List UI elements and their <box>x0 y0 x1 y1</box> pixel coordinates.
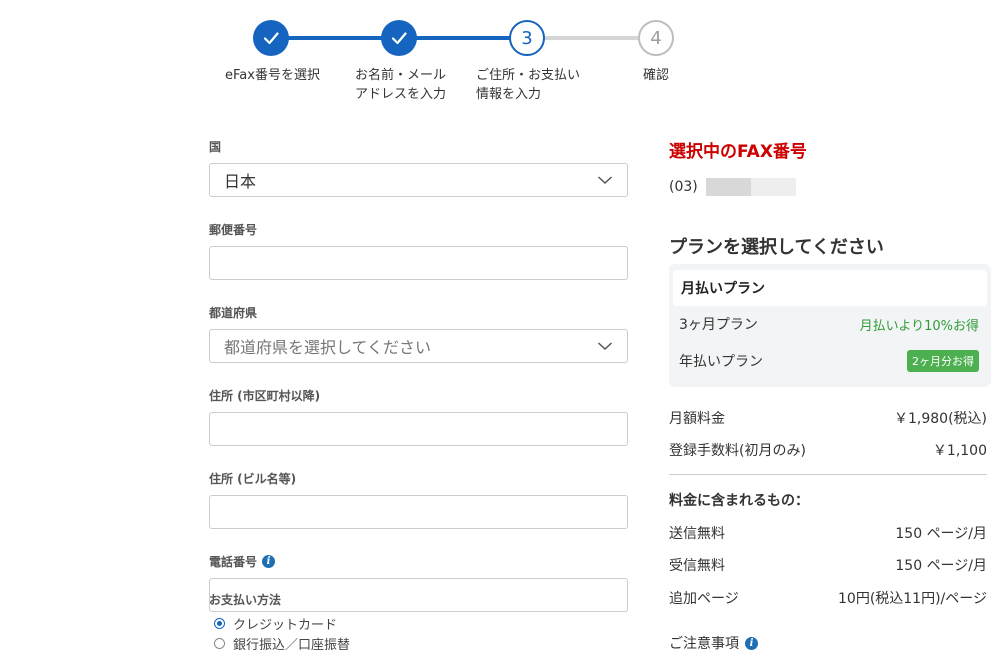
monthly-fee-label: 月額料金 <box>669 411 725 427</box>
registration-fee-row: 登録手数料(初月のみ) ￥1,100 <box>669 440 987 460</box>
chevron-down-icon <box>597 176 613 185</box>
progress-stepper: 3 4 eFax番号を選択 お名前・メール アドレスを入力 ご住所・お支払い 情… <box>0 0 1000 110</box>
fax-number-title: 選択中のFAX番号 <box>669 142 807 162</box>
address2-input[interactable] <box>209 495 628 529</box>
step-2-circle <box>381 20 417 56</box>
step-1-circle <box>253 20 289 56</box>
step-label-line: 情報を入力 <box>476 87 542 102</box>
plan-discount-note: 月払いより10%お得 <box>859 318 979 334</box>
country-label: 国 <box>209 139 222 154</box>
plan-selector: 月払いプラン 3ヶ月プラン 月払いより10%お得 年払いプラン 2ヶ月分お得 <box>669 264 991 387</box>
address2-label: 住所 (ビル名等) <box>209 471 297 486</box>
registration-fee-label: 登録手数料(初月のみ) <box>669 443 806 459</box>
plan-option-yearly[interactable]: 年払いプラン 2ヶ月分お得 <box>679 349 979 373</box>
step-3-label: ご住所・お支払い 情報を入力 <box>476 66 580 104</box>
included-value: 150 ページ/月 <box>895 558 987 574</box>
info-icon[interactable]: i <box>262 554 276 568</box>
notes-label: ご注意事項 <box>669 636 739 650</box>
payment-label: お支払い方法 <box>209 592 282 607</box>
step-connector <box>416 36 510 40</box>
step-label-line: 確認 <box>643 68 670 83</box>
notes-heading: ご注意事項 i <box>669 633 758 650</box>
step-label-line: eFax番号を選択 <box>225 68 320 83</box>
country-value: 日本 <box>224 172 257 191</box>
prefecture-select[interactable]: 都道府県を選択してください <box>209 329 628 363</box>
radio-selected[interactable] <box>214 617 225 629</box>
plan-name: 3ヶ月プラン <box>679 317 758 333</box>
step-connector <box>288 36 382 40</box>
payment-option-label: 銀行振込／口座振替 <box>233 637 351 650</box>
plan-name: 年払いプラン <box>679 354 763 370</box>
step-label-line: お名前・メール <box>355 68 447 83</box>
check-icon <box>263 32 279 45</box>
plan-option-3month[interactable]: 3ヶ月プラン 月払いより10%お得 <box>679 312 979 336</box>
radio-unselected[interactable] <box>214 637 225 649</box>
included-label: 送信無料 <box>669 526 725 542</box>
step-label-line: ご住所・お支払い <box>476 68 581 83</box>
postal-code-input[interactable] <box>209 246 628 280</box>
address1-label: 住所 (市区町村以降) <box>209 388 321 403</box>
step-2-label: お名前・メール アドレスを入力 <box>355 66 446 104</box>
info-icon[interactable]: i <box>745 636 758 650</box>
included-row: 追加ページ 10円(税込11円)/ページ <box>669 588 987 608</box>
country-select[interactable]: 日本 <box>209 163 628 197</box>
plan-option-monthly[interactable]: 月払いプラン <box>673 270 987 306</box>
included-label: 追加ページ <box>669 591 739 607</box>
registration-fee-value: ￥1,100 <box>932 443 987 459</box>
payment-option-credit[interactable]: クレジットカード <box>214 613 350 633</box>
fax-number-mask <box>705 178 796 196</box>
payment-option-bank[interactable]: 銀行振込／口座振替 <box>214 633 350 650</box>
included-value: 150 ページ/月 <box>895 526 987 542</box>
monthly-fee-row: 月額料金 ￥1,980(税込) <box>669 408 987 428</box>
address1-input[interactable] <box>209 412 628 446</box>
payment-option-label: クレジットカード <box>233 617 338 633</box>
phone-label-text: 電話番号 <box>209 554 258 569</box>
step-1-label: eFax番号を選択 <box>225 66 320 85</box>
phone-label: 電話番号 i <box>209 553 629 569</box>
included-row: 送信無料 150 ページ/月 <box>669 523 987 543</box>
prefecture-placeholder: 都道府県を選択してください <box>224 338 432 357</box>
payment-method-group: お支払い方法 クレジットカード 銀行振込／口座振替 <box>209 591 350 650</box>
step-label-line: アドレスを入力 <box>355 87 447 102</box>
fax-prefix: (03) <box>669 179 698 195</box>
fax-number: (03) <box>669 178 796 196</box>
step-4-label: 確認 <box>643 66 669 85</box>
address-form: 国 日本 郵便番号 都道府県 都道府県を選択してください 住所 (市区町村以降)… <box>209 138 629 636</box>
plan-title: プランを選択してください <box>669 237 884 258</box>
step-3-circle: 3 <box>509 20 545 56</box>
included-row: 受信無料 150 ページ/月 <box>669 555 987 575</box>
chevron-down-icon <box>597 342 613 351</box>
included-title: 料金に含まれるもの： <box>669 493 809 509</box>
step-4-circle: 4 <box>638 20 674 56</box>
plan-discount-badge: 2ヶ月分お得 <box>907 350 979 372</box>
included-label: 受信無料 <box>669 558 725 574</box>
prefecture-label: 都道府県 <box>209 305 258 320</box>
check-icon <box>391 32 407 45</box>
included-value: 10円(税込11円)/ページ <box>838 591 987 607</box>
step-connector <box>544 36 638 40</box>
monthly-fee-value: ￥1,980(税込) <box>893 411 987 427</box>
divider <box>669 474 987 475</box>
postal-label: 郵便番号 <box>209 222 258 237</box>
